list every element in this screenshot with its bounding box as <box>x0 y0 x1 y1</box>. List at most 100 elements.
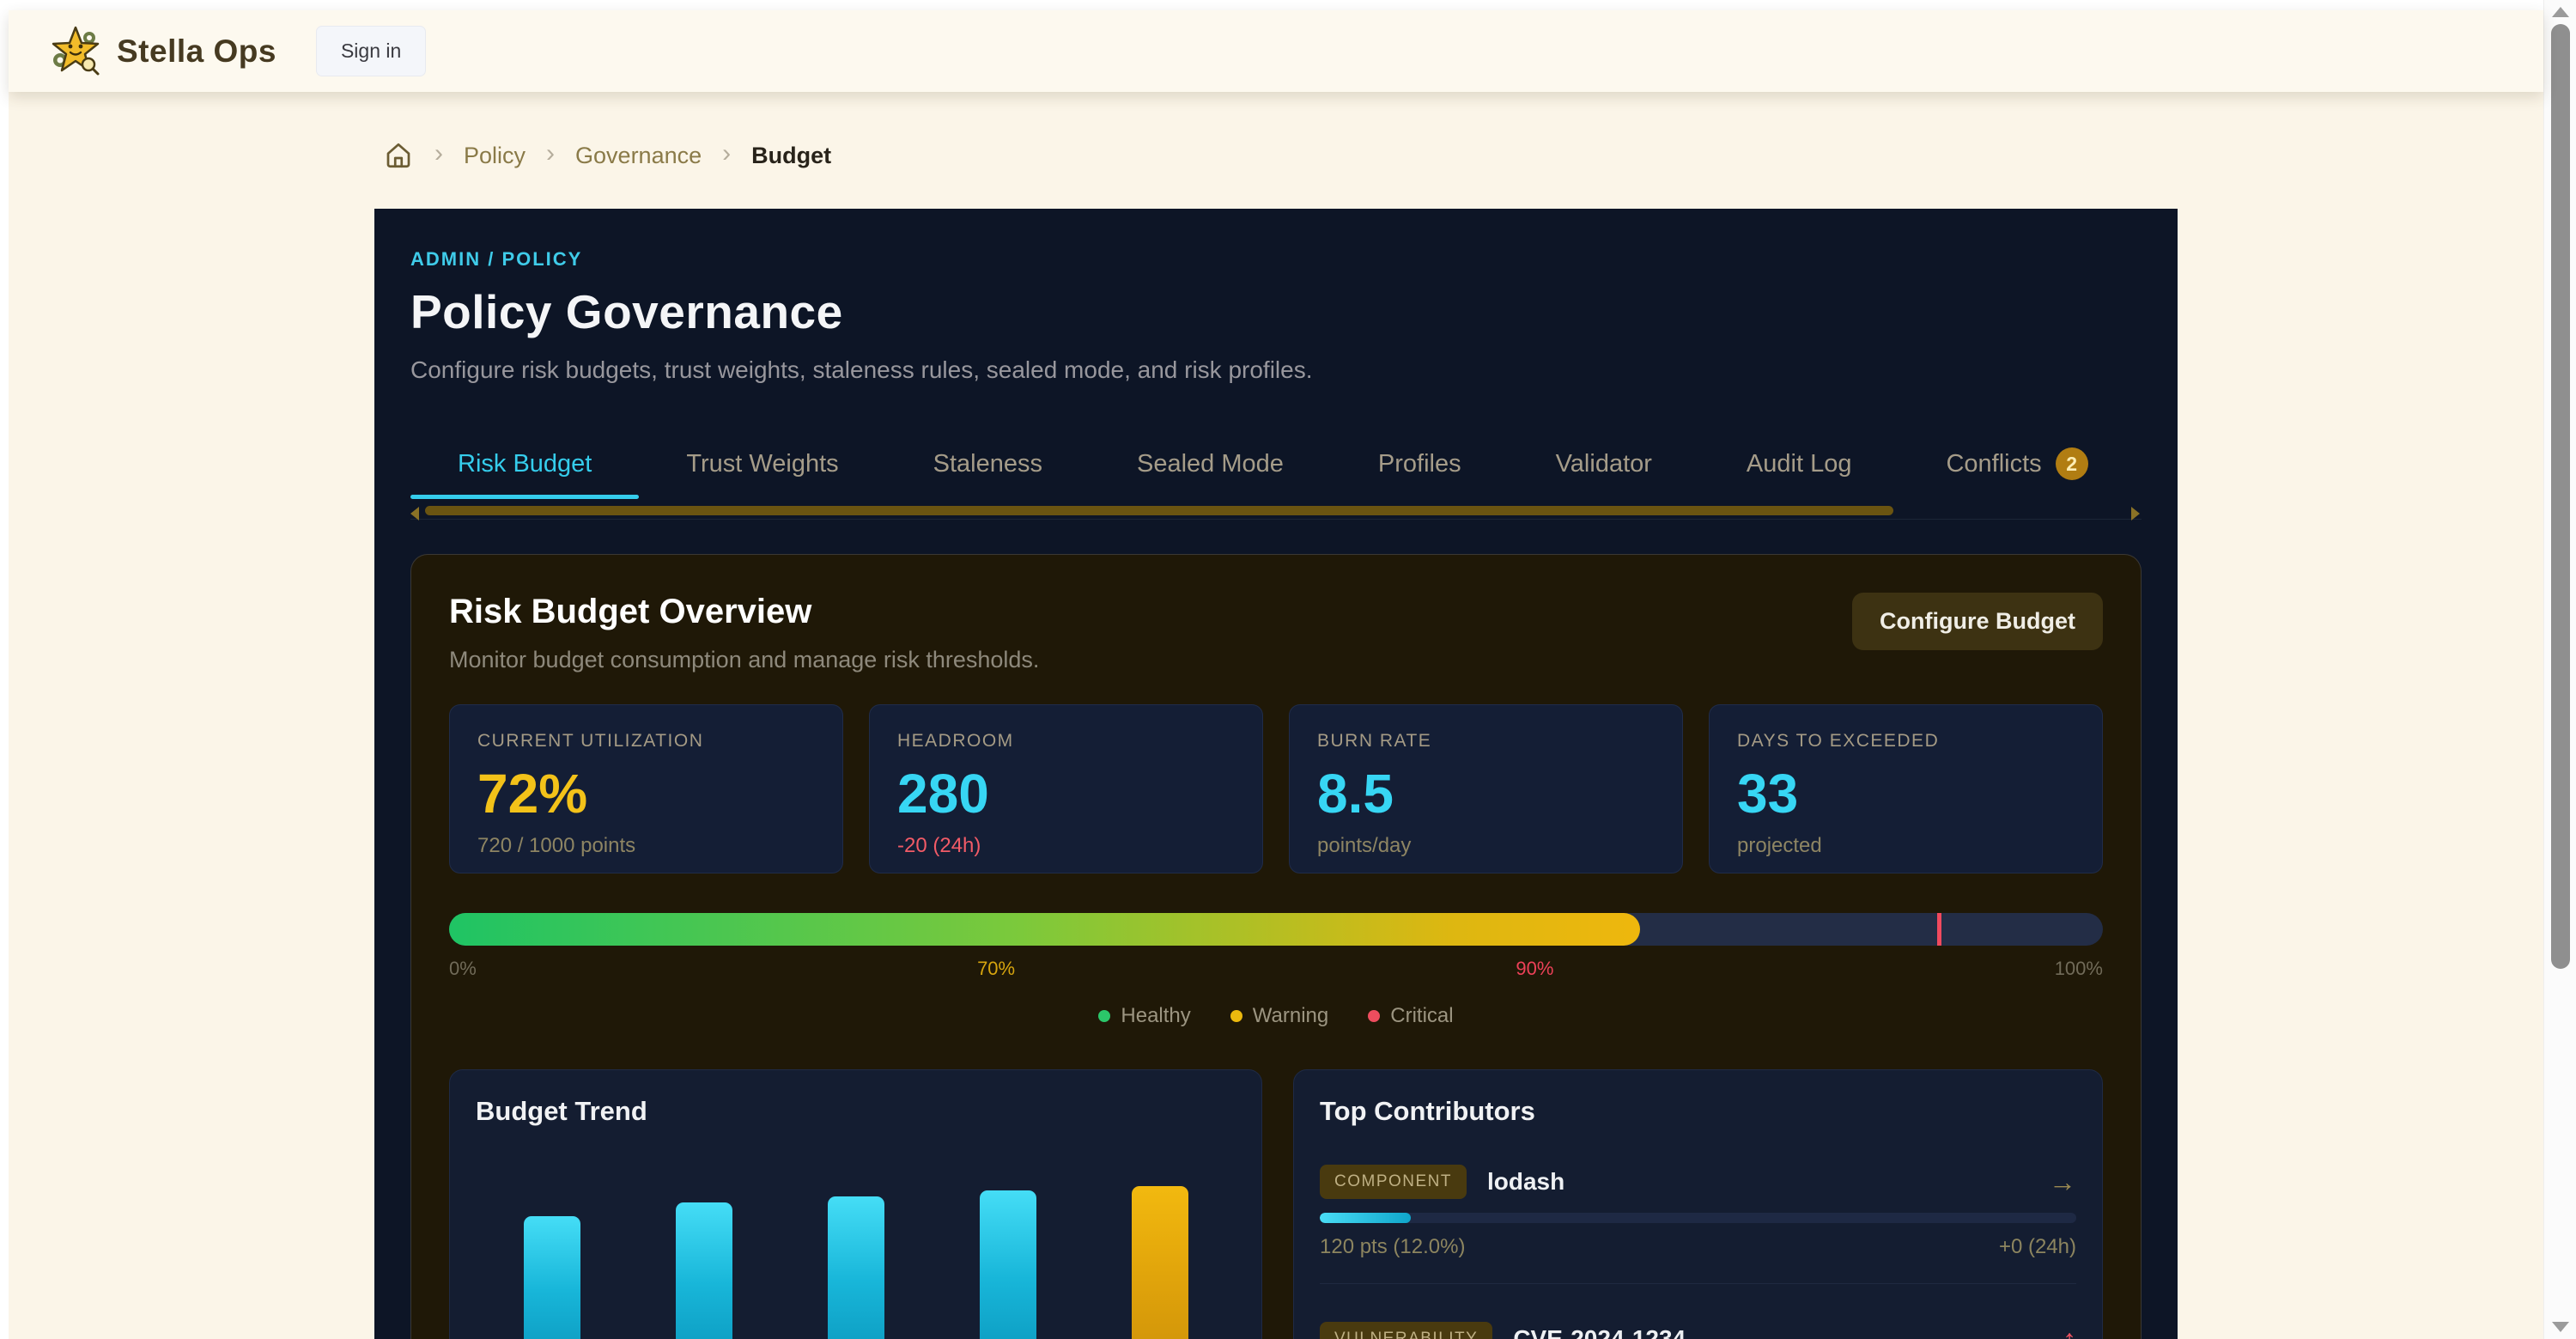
legend-item-critical: Critical <box>1368 1004 1453 1028</box>
stat-value: 280 <box>897 762 1235 825</box>
contributor-row-cve-2024-1234: VULNERABILITYCVE-2024-1234↑95 pts (9.5%)… <box>1320 1322 2076 1339</box>
stat-card-headroom: HEADROOM 280 -20 (24h) <box>869 704 1263 873</box>
stat-value: 72% <box>477 762 815 825</box>
tab-label: Validator <box>1556 450 1652 478</box>
budget-utilization-fill <box>449 913 1640 946</box>
browser-scrollbar-thumb[interactable] <box>2551 24 2570 969</box>
trend-bar-column: 12/8 <box>628 1202 780 1339</box>
trend-bar <box>1132 1186 1188 1339</box>
stat-card-current-utilization: CURRENT UTILIZATION 72% 720 / 1000 points <box>449 704 843 873</box>
contributor-meta: 120 pts (12.0%) +0 (24h) <box>1320 1235 2076 1259</box>
trend-bar <box>676 1202 732 1339</box>
status-legend: Healthy Warning Critical <box>449 1004 2103 1028</box>
stella-ops-logo-icon <box>48 24 103 79</box>
tab-conflicts[interactable]: Conflicts2 <box>1899 435 2135 499</box>
tab-pl[interactable]: Pl <box>2136 435 2178 499</box>
tab-scrollbar-thumb[interactable] <box>425 506 1893 515</box>
contributor-row-head: COMPONENT lodash → <box>1320 1165 2076 1199</box>
page-title: Policy Governance <box>410 284 2142 339</box>
configure-budget-button[interactable]: Configure Budget <box>1852 593 2103 650</box>
risk-budget-overview-card: Risk Budget Overview Monitor budget cons… <box>410 554 2142 1339</box>
trend-bar-column: 12/29 <box>1084 1186 1236 1339</box>
tab-validator[interactable]: Validator <box>1509 435 1699 499</box>
tab-scroll-left-arrow-icon[interactable] <box>410 507 419 520</box>
stat-sub: 720 / 1000 points <box>477 834 815 858</box>
page-subtitle: Configure risk budgets, trust weights, s… <box>410 356 2142 384</box>
trend-bar <box>524 1216 580 1339</box>
contributor-progress-track <box>1320 1213 2076 1223</box>
budget-tick-label: 0% <box>449 958 477 980</box>
legend-dot-icon <box>1098 1010 1110 1022</box>
stat-sub: -20 (24h) <box>897 834 1235 858</box>
tab-label: Audit Log <box>1747 450 1852 478</box>
scroll-up-arrow-icon[interactable] <box>2552 7 2569 17</box>
breadcrumb-link-governance[interactable]: Governance <box>575 143 702 169</box>
budget-trend-panel: Budget Trend 12/112/812/1512/2212/29 <box>449 1069 1262 1339</box>
breadcrumb-link-policy[interactable]: Policy <box>464 143 526 169</box>
contributor-points: 120 pts (12.0%) <box>1320 1235 1465 1259</box>
section-eyebrow: ADMIN / POLICY <box>410 248 2142 271</box>
tab-label: Risk Budget <box>458 450 592 478</box>
budget-bar-tick-labels: 0%70%90%100% <box>449 958 2103 980</box>
contributor-delta: +0 (24h) <box>1999 1235 2076 1259</box>
trend-up-arrow-icon[interactable]: ↑ <box>2063 1324 2076 1339</box>
contributor-name: lodash <box>1487 1168 1564 1196</box>
breadcrumb-separator: › <box>434 141 443 170</box>
tab-staleness[interactable]: Staleness <box>886 435 1090 499</box>
scroll-down-arrow-icon[interactable] <box>2552 1322 2569 1332</box>
content-column: › Policy › Governance › Budget ADMIN / P… <box>374 137 2178 1339</box>
legend-label: Warning <box>1253 1004 1328 1028</box>
contributor-list: COMPONENT lodash → 120 pts (12.0%) +0 (24h) V… <box>1320 1165 2076 1339</box>
app-root: Stella Ops Sign in › Policy › Governance… <box>0 0 2576 1339</box>
topbar: Stella Ops Sign in <box>9 10 2543 92</box>
tab-count-badge: 2 <box>2056 447 2088 480</box>
legend-item-healthy: Healthy <box>1098 1004 1190 1028</box>
stat-value: 8.5 <box>1317 762 1655 825</box>
trend-bar <box>980 1190 1036 1339</box>
tab-risk-budget[interactable]: Risk Budget <box>410 435 639 499</box>
budget-trend-chart: 12/112/812/1512/2212/29 <box>476 1158 1236 1339</box>
stat-sub: points/day <box>1317 834 1655 858</box>
contributor-type-badge: VULNERABILITY <box>1320 1322 1492 1339</box>
critical-threshold-marker <box>1937 913 1941 946</box>
budget-trend-title: Budget Trend <box>476 1096 1236 1127</box>
tab-scrollbar <box>410 504 2142 520</box>
legend-label: Healthy <box>1121 1004 1190 1028</box>
trend-bar <box>828 1196 884 1339</box>
stat-card-burn-rate: BURN RATE 8.5 points/day <box>1289 704 1683 873</box>
contributor-row-head: VULNERABILITYCVE-2024-1234↑ <box>1320 1322 2076 1339</box>
tab-trust-weights[interactable]: Trust Weights <box>639 435 885 499</box>
budget-utilization-bar <box>449 913 2103 946</box>
detail-arrow-icon[interactable]: → <box>2049 1166 2076 1198</box>
top-contributors-panel: Top Contributors COMPONENT lodash → 120 pts… <box>1293 1069 2103 1339</box>
tab-audit-log[interactable]: Audit Log <box>1699 435 1899 499</box>
trend-bar-column: 12/15 <box>780 1196 932 1339</box>
trend-bar-column: 12/1 <box>476 1216 628 1339</box>
stat-value: 33 <box>1737 762 2075 825</box>
brand-name: Stella Ops <box>117 33 276 70</box>
browser-scrollbar[interactable] <box>2543 0 2576 1339</box>
breadcrumb-separator: › <box>546 141 555 170</box>
stat-label: BURN RATE <box>1317 731 1655 752</box>
legend-dot-icon <box>1368 1010 1380 1022</box>
legend-item-warning: Warning <box>1230 1004 1328 1028</box>
budget-tick-label: 100% <box>2055 958 2103 980</box>
tab-profiles[interactable]: Profiles <box>1331 435 1509 499</box>
top-contributors-title: Top Contributors <box>1320 1096 2076 1127</box>
tab-label: Staleness <box>933 450 1042 478</box>
home-icon[interactable] <box>383 140 414 171</box>
legend-label: Critical <box>1390 1004 1453 1028</box>
stat-label: HEADROOM <box>897 731 1235 752</box>
stat-label: CURRENT UTILIZATION <box>477 731 815 752</box>
stat-card-row: CURRENT UTILIZATION 72% 720 / 1000 points H… <box>449 704 2103 873</box>
stat-card-days-to-exceeded: DAYS TO EXCEEDED33projected <box>1709 704 2103 873</box>
tab-scroll-right-arrow-icon[interactable] <box>2131 507 2140 520</box>
tab-sealed-mode[interactable]: Sealed Mode <box>1090 435 1331 499</box>
tab-label: Profiles <box>1378 450 1461 478</box>
sign-in-button[interactable]: Sign in <box>316 26 426 76</box>
breadcrumb-current: Budget <box>751 143 831 169</box>
contributor-type-badge: COMPONENT <box>1320 1165 1467 1199</box>
brand: Stella Ops <box>48 24 276 79</box>
tab-label: Trust Weights <box>686 450 838 478</box>
page-background: Stella Ops Sign in › Policy › Governance… <box>9 10 2543 1339</box>
